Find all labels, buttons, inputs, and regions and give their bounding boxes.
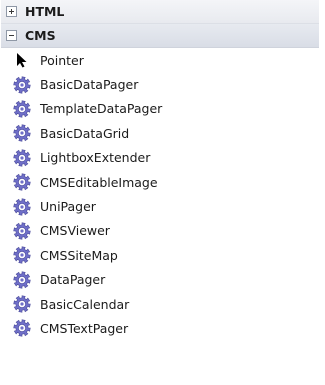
item-label: CMSTextPager [40,320,129,336]
toolbox-item-basicdatapager[interactable]: BasicDataPager [0,72,325,96]
item-label: BasicDataPager [40,77,139,93]
toolbox-item-unipager[interactable]: UniPager [0,194,325,218]
toolbox-panel: HTML CMS Pointer BasicDataPager Template… [0,0,325,385]
item-label: DataPager [40,272,106,288]
item-label: BasicCalendar [40,296,130,312]
toolbox-item-cmstextpager[interactable]: CMSTextPager [0,316,325,340]
section-label-cms: CMS [25,28,56,43]
gear-component-icon [13,75,31,94]
gear-component-icon [13,271,31,289]
gear-component-icon [13,246,31,264]
item-label: TemplateDataPager [40,101,163,117]
item-label: Pointer [40,52,84,68]
gear-component-icon [13,295,31,313]
plus-icon[interactable] [6,6,17,17]
gear-component-icon [13,173,31,191]
toolbox-item-lightboxextender[interactable]: LightboxExtender [0,146,325,170]
toolbox-item-basicdatagrid[interactable]: BasicDataGrid [0,121,325,145]
item-label: UniPager [40,199,96,215]
item-label: LightboxExtender [40,150,151,166]
toolbox-item-cmsviewer[interactable]: CMSViewer [0,219,325,243]
section-label-html: HTML [25,4,65,19]
pointer-arrow-icon [13,51,31,69]
toolbox-item-datapager[interactable]: DataPager [0,268,325,292]
item-label: CMSEditableImage [40,174,158,190]
toolbox-item-basiccalendar[interactable]: BasicCalendar [0,292,325,316]
section-header-html[interactable]: HTML [1,0,319,24]
toolbox-item-pointer[interactable]: Pointer [0,48,325,72]
toolbox-item-templatedatapager[interactable]: TemplateDataPager [0,97,325,121]
section-header-cms[interactable]: CMS [1,24,319,48]
cms-item-list: Pointer BasicDataPager TemplateDataPager… [0,48,325,341]
toolbox-item-cmssitemap[interactable]: CMSSiteMap [0,243,325,267]
gear-component-icon [13,319,31,338]
item-label: BasicDataGrid [40,125,130,141]
toolbox-item-cmseditableimage[interactable]: CMSEditableImage [0,170,325,194]
item-label: CMSViewer [40,223,110,239]
gear-component-icon [13,197,31,216]
gear-component-icon [13,100,31,118]
gear-component-icon [13,124,31,143]
item-label: CMSSiteMap [40,247,118,263]
minus-icon[interactable] [6,30,17,41]
gear-component-icon [13,149,31,167]
gear-component-icon [13,222,31,240]
